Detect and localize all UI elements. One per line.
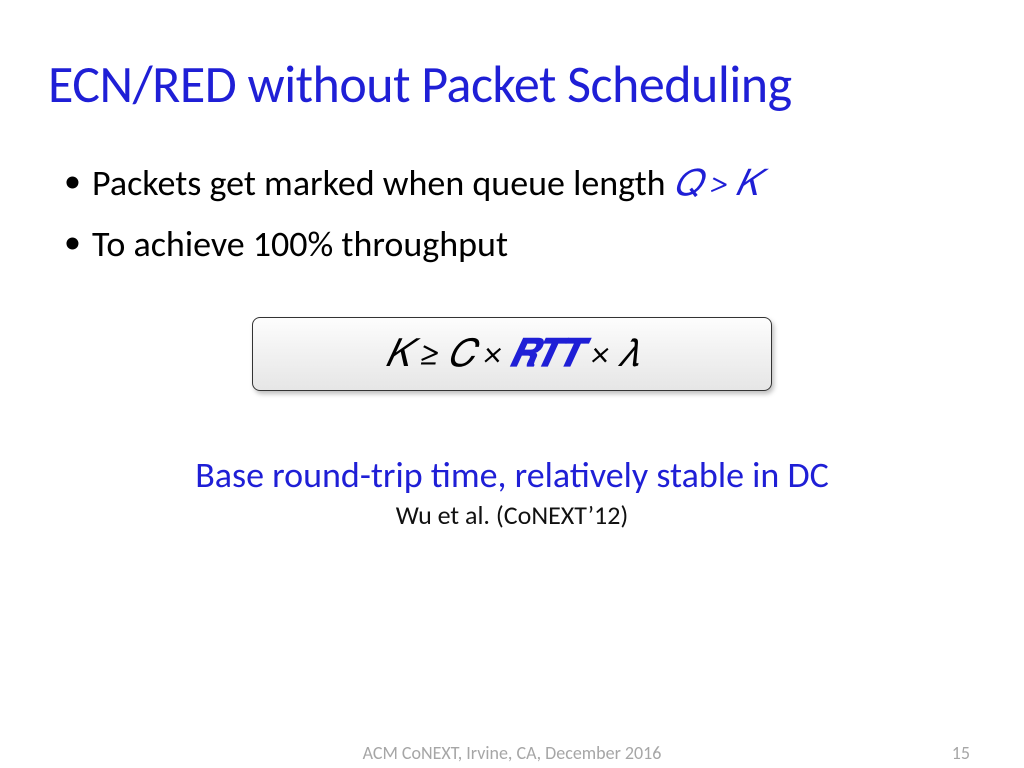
formula-pre: 𝐾 ≥ 𝐶 × <box>386 332 510 376</box>
formula: 𝐾 ≥ 𝐶 × 𝑹𝑻𝑻 × 𝜆 <box>386 332 639 376</box>
caption-sub: Wu et al. (CoNEXT’12) <box>0 499 1024 531</box>
bullet-1-math: 𝑄 > 𝐾 <box>674 163 760 204</box>
caption-block: Base round-trip time, relatively stable … <box>0 453 1024 531</box>
bullet-list: Packets get marked when queue length 𝑄 >… <box>0 116 1024 271</box>
caption-main: Base round-trip time, relatively stable … <box>0 453 1024 497</box>
bullet-1-text: Packets get marked when queue length <box>92 161 674 205</box>
bullet-item-1: Packets get marked when queue length 𝑄 >… <box>92 156 976 211</box>
formula-rtt: 𝑹𝑻𝑻 <box>510 332 582 376</box>
page-number: 15 <box>952 742 970 764</box>
slide-title: ECN/RED without Packet Scheduling <box>0 0 1024 116</box>
formula-post: × 𝜆 <box>583 332 639 376</box>
bullet-2-text: To achieve 100% throughput <box>92 222 508 266</box>
footer-venue: ACM CoNEXT, Irvine, CA, December 2016 <box>363 742 662 764</box>
formula-box: 𝐾 ≥ 𝐶 × 𝑹𝑻𝑻 × 𝜆 <box>252 317 772 391</box>
bullet-item-2: To achieve 100% throughput <box>92 217 976 271</box>
slide: ECN/RED without Packet Scheduling Packet… <box>0 0 1024 768</box>
